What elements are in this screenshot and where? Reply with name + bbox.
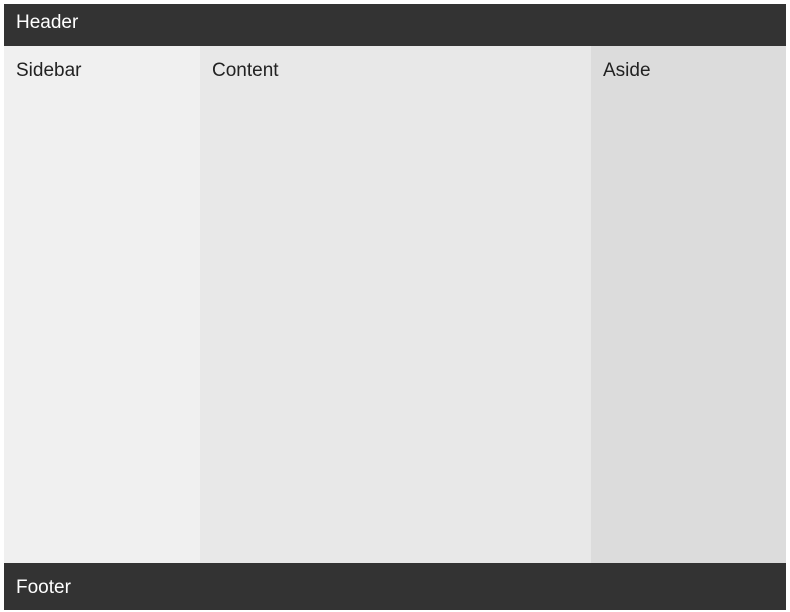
footer-label: Footer bbox=[16, 577, 71, 598]
page-header: Header bbox=[4, 4, 786, 46]
sidebar-label: Sidebar bbox=[16, 60, 82, 81]
header-label: Header bbox=[16, 12, 79, 33]
aside-label: Aside bbox=[603, 60, 651, 81]
sidebar-panel: Sidebar bbox=[4, 46, 200, 563]
aside-panel: Aside bbox=[591, 46, 786, 563]
content-label: Content bbox=[212, 60, 279, 81]
layout-grid: Header Sidebar Content Aside Footer bbox=[4, 4, 786, 610]
content-panel: Content bbox=[200, 46, 591, 563]
page-footer: Footer bbox=[4, 563, 786, 610]
